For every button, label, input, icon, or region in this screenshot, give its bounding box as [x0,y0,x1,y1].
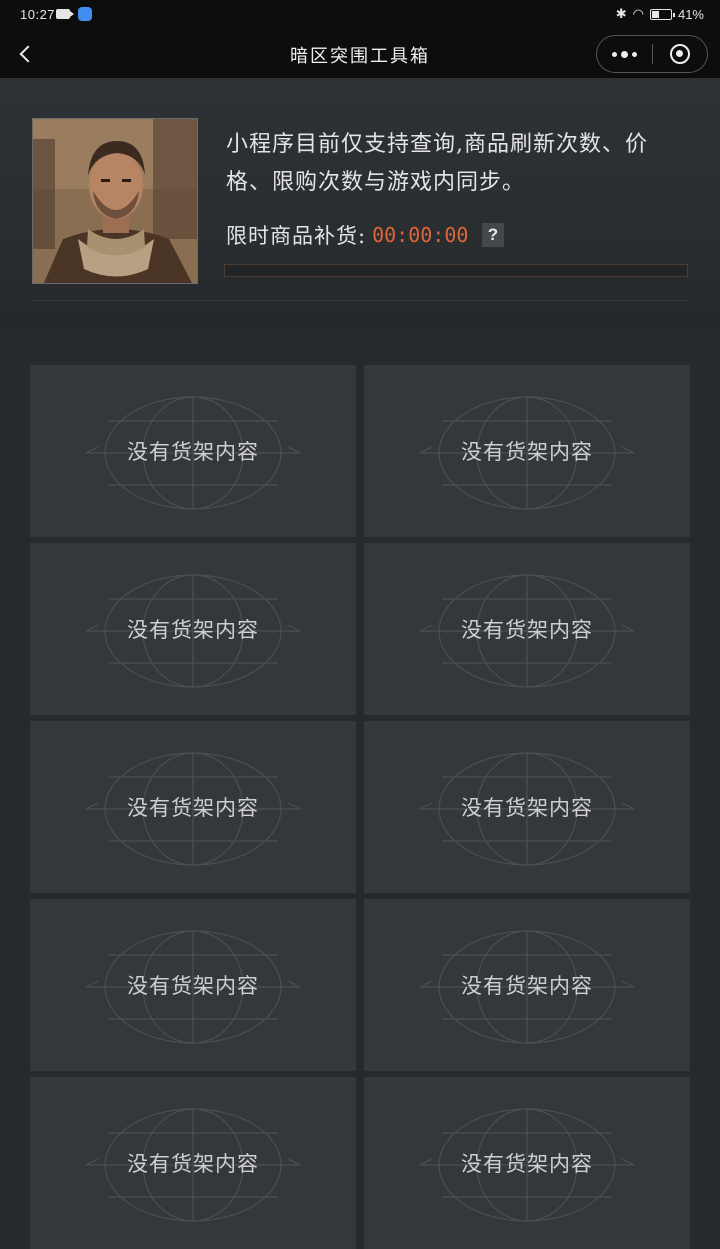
status-icons-right: ✱ ◠ 41% [616,6,704,22]
miniprogram-capsule [596,35,708,73]
header-panel: 小程序目前仅支持查询,商品刷新次数、价格、限购次数与游戏内同步。 限时商品补货:… [0,78,720,328]
restock-row: 限时商品补货: 00:00:00 ? [226,220,505,250]
restock-progress-bar [224,264,688,277]
status-bar: 10:27 ✱ ◠ 41% [0,0,720,30]
shelf-card[interactable]: 没有货架内容 [364,1077,690,1249]
shelf-empty-label: 没有货架内容 [127,796,259,820]
shelf-card[interactable]: 没有货架内容 [30,1077,356,1249]
decorative-divider [30,300,690,301]
shelf-empty-label: 没有货架内容 [127,974,259,998]
camera-icon [56,9,74,19]
shelf-empty-label: 没有货架内容 [461,974,593,998]
more-button[interactable] [597,36,652,72]
shelf-card[interactable]: 没有货架内容 [364,543,690,715]
help-button[interactable]: ? [482,223,505,247]
restock-countdown: 00:00:00 [372,223,469,247]
shelf-card[interactable]: 没有货架内容 [30,721,356,893]
battery-percent: 41% [677,6,704,22]
more-dots-icon [611,51,617,57]
shelf-card[interactable]: 没有货架内容 [30,899,356,1071]
restock-label: 限时商品补货: [226,224,367,248]
more-dot-center [620,50,628,58]
shelf-empty-label: 没有货架内容 [461,1152,593,1176]
shelf-card[interactable]: 没有货架内容 [30,365,356,537]
nav-bar: 暗区突围工具箱 [0,30,720,78]
shelf-card[interactable]: 没有货架内容 [364,721,690,893]
shelf-card[interactable]: 没有货架内容 [30,543,356,715]
target-close-icon [669,44,690,64]
shelf-empty-label: 没有货架内容 [127,618,259,642]
character-avatar [32,118,198,284]
shelf-empty-label: 没有货架内容 [127,1152,259,1176]
shelf-card[interactable]: 没有货架内容 [364,365,690,537]
battery-icon [649,8,675,20]
shelf-empty-label: 没有货架内容 [127,440,259,464]
status-icons-left [56,7,92,21]
more-dot-right [631,51,637,57]
shelf-grid: 没有货架内容 没有货架内容 没有货架内容 没有货架内容 没有货架内容 没有货架内容 没有货架… [30,365,690,1249]
shelf-empty-label: 没有货架内容 [461,796,593,820]
status-time: 10:27 [20,7,56,22]
notice-text: 小程序目前仅支持查询,商品刷新次数、价格、限购次数与游戏内同步。 [226,132,648,195]
shelf-card[interactable]: 没有货架内容 [364,899,690,1071]
shield-icon [78,7,92,21]
close-miniprogram-button[interactable] [652,36,707,72]
shelf-empty-label: 没有货架内容 [461,440,593,464]
bluetooth-icon: ✱ [615,6,627,21]
wifi-icon: ◠ [632,6,644,21]
shelf-empty-label: 没有货架内容 [461,618,593,642]
